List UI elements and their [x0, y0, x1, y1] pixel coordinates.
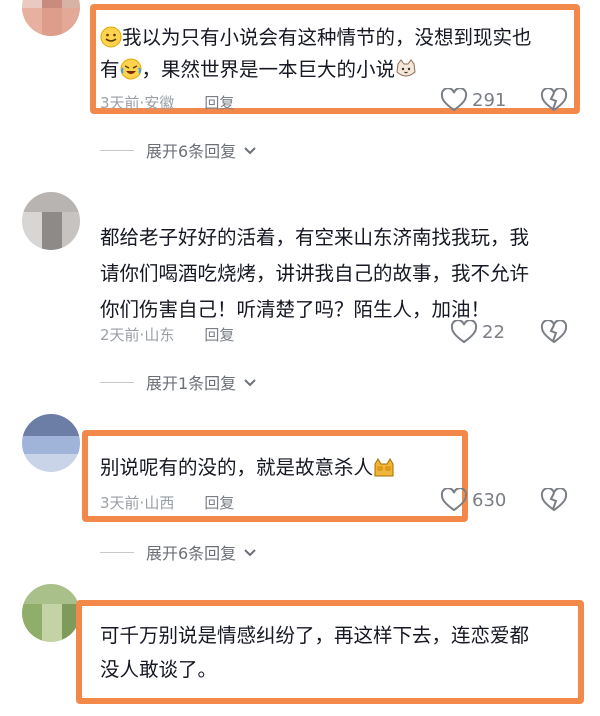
- heart-outline-icon: [440, 488, 468, 512]
- comment-time: 3天前: [100, 94, 140, 112]
- broken-heart-icon: [540, 319, 568, 344]
- like-count: 291: [472, 89, 507, 111]
- chevron-down-icon: [244, 147, 256, 155]
- like-count: 22: [482, 321, 505, 343]
- like-button[interactable]: 22: [450, 320, 505, 344]
- divider-line: [100, 149, 134, 151]
- cat-emoji-icon: [396, 59, 416, 77]
- comment-text: 你们伤害自己！听清楚了吗？陌生人，加油！: [100, 298, 491, 321]
- broken-heart-icon: [540, 87, 568, 112]
- expand-replies-button[interactable]: 展开6条回复: [100, 540, 258, 564]
- chevron-down-icon: [244, 379, 256, 387]
- avatar[interactable]: [22, 0, 80, 36]
- comment-time: 2天前: [100, 326, 140, 344]
- comment-meta: 3天前 · 山西 回复: [100, 492, 235, 513]
- dislike-button[interactable]: [540, 87, 568, 116]
- smile-emoji-icon: [100, 26, 122, 48]
- like-button[interactable]: 630: [440, 488, 506, 512]
- like-count: 630: [472, 489, 507, 511]
- like-button[interactable]: 291: [440, 88, 506, 112]
- divider-line: [100, 381, 134, 383]
- expand-replies-button[interactable]: 展开6条回复: [100, 138, 258, 162]
- avatar[interactable]: [22, 414, 80, 472]
- comment-location: 安徽: [144, 94, 175, 112]
- laugh-cry-emoji-icon: [120, 58, 142, 80]
- heart-outline-icon: [440, 88, 468, 112]
- comment-text: 别说呢有的没的，就是故意杀人: [100, 450, 395, 486]
- dislike-button[interactable]: [540, 487, 568, 516]
- comment-text: 有，果然世界是一本巨大的小说: [100, 52, 417, 88]
- reply-button[interactable]: 回复: [204, 492, 234, 513]
- cat-cover-eyes-emoji-icon: [374, 458, 394, 477]
- divider-line: [100, 551, 134, 553]
- comment-text: 可千万别说是情感纠纷了，再这样下去，连恋爱都: [100, 624, 530, 647]
- avatar[interactable]: [22, 192, 80, 250]
- broken-heart-icon: [540, 487, 568, 512]
- avatar[interactable]: [22, 584, 80, 642]
- comment-meta: 2天前 · 山东 回复: [100, 324, 235, 345]
- chevron-down-icon: [244, 549, 256, 557]
- comment-meta: 3天前 · 安徽 回复: [100, 92, 235, 113]
- comment-location: 山东: [144, 326, 175, 344]
- comment-text: 请你们喝酒吃烧烤，讲讲我自己的故事，我不允许: [100, 262, 530, 285]
- comment-text: 都给老子好好的活着，有空来山东济南找我玩，我: [100, 226, 530, 249]
- comment-location: 山西: [144, 494, 175, 512]
- comment-time: 3天前: [100, 494, 140, 512]
- reply-button[interactable]: 回复: [204, 92, 234, 113]
- comment-text: 我以为只有小说会有这种情节的，没想到现实也: [100, 20, 532, 56]
- expand-replies-button[interactable]: 展开1条回复: [100, 370, 258, 394]
- dislike-button[interactable]: [540, 319, 568, 348]
- reply-button[interactable]: 回复: [204, 324, 234, 345]
- comment-text: 没人敢谈了。: [100, 658, 218, 681]
- heart-outline-icon: [450, 320, 478, 344]
